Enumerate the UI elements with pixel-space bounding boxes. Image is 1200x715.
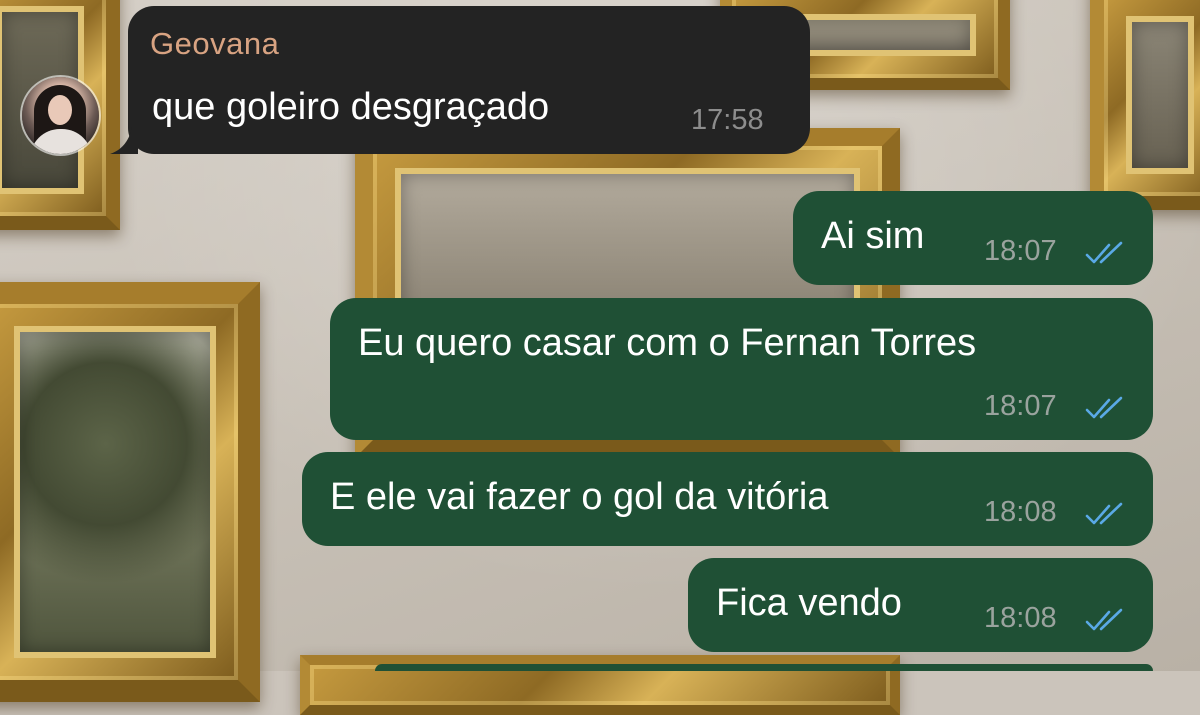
double-check-icon (1085, 241, 1123, 264)
incoming-message[interactable]: Geovana que goleiro desgraçado 17:58 (110, 6, 810, 154)
message-time: 17:58 (691, 104, 764, 136)
message-time: 18:07 (984, 390, 1057, 422)
message-text: E ele vai fazer o gol da vitória (330, 476, 829, 518)
double-check-icon (1085, 608, 1123, 631)
message-time: 18:08 (984, 602, 1057, 634)
message-text: Eu quero casar com o Fernan Torres (358, 322, 977, 364)
wallpaper-frame (1090, 0, 1200, 210)
message-text: que goleiro desgraçado (152, 86, 550, 128)
outgoing-message[interactable]: E ele vai fazer o gol da vitória 18:08 (302, 452, 1153, 546)
message-text: Fica vendo (716, 582, 902, 624)
outgoing-message[interactable]: Ai sim 18:07 (793, 191, 1153, 285)
outgoing-message[interactable]: Eu quero casar com o Fernan Torres 18:07 (330, 298, 1153, 440)
message-time: 18:07 (984, 235, 1057, 267)
bubble-tail (110, 126, 138, 154)
wallpaper-frame (0, 282, 260, 702)
contact-avatar[interactable] (22, 77, 99, 154)
outgoing-message[interactable]: Fica vendo 18:08 (688, 558, 1153, 652)
sender-name[interactable]: Geovana (150, 26, 279, 62)
double-check-icon (1085, 502, 1123, 525)
double-check-icon (1085, 396, 1123, 419)
message-time: 18:08 (984, 496, 1057, 528)
outgoing-message-partial[interactable] (375, 664, 1153, 671)
message-text: Ai sim (821, 215, 925, 257)
